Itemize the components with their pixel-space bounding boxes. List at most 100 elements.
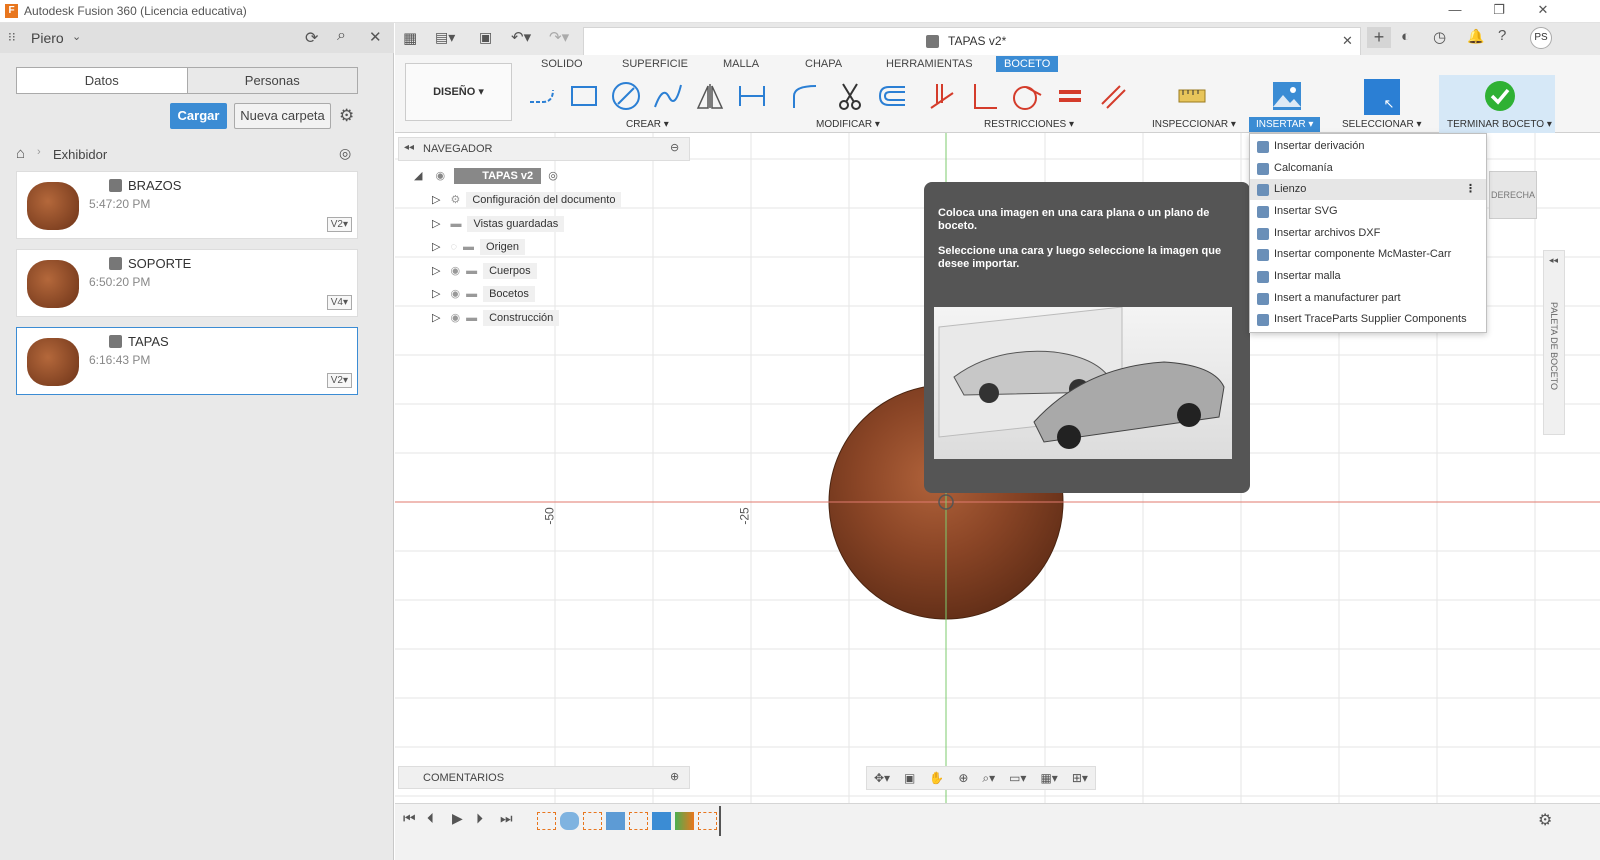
eye-icon[interactable]: ◉ xyxy=(450,265,460,277)
eye-hidden-icon[interactable]: ◌ xyxy=(450,241,457,253)
menu-item-mcmaster[interactable]: Insertar componente McMaster-Carr xyxy=(1250,244,1486,265)
tree-item[interactable]: ▷ ◉ ▬ Cuerpos xyxy=(432,263,537,279)
version-badge[interactable]: V2▾ xyxy=(326,217,352,232)
menu-item-insert-mesh[interactable]: Insertar malla xyxy=(1250,266,1486,287)
expand-icon[interactable]: ▷ xyxy=(432,194,440,206)
fit-icon[interactable]: ⌕▾ xyxy=(982,771,995,786)
user-name[interactable]: Piero xyxy=(31,30,64,46)
menu-item-insert-svg[interactable]: Insertar SVG xyxy=(1250,201,1486,222)
grid-settings-icon[interactable]: ▦▾ xyxy=(1040,771,1057,785)
job-status-icon[interactable]: ◷ xyxy=(1433,28,1446,46)
parallel-icon[interactable] xyxy=(1096,79,1130,113)
close-icon[interactable]: ✕ xyxy=(1528,2,1558,18)
step-forward-icon[interactable]: ⏵ xyxy=(476,810,483,827)
equal-icon[interactable] xyxy=(1053,79,1087,113)
menu-item-decal[interactable]: Calcomanía xyxy=(1250,158,1486,179)
menu-item-insert-dxf[interactable]: Insertar archivos DXF xyxy=(1250,223,1486,244)
coincident-icon[interactable] xyxy=(925,79,959,113)
crear-menu[interactable]: CREAR ▾ xyxy=(626,119,669,130)
extensions-icon[interactable]: ◐ xyxy=(1401,28,1410,45)
menu-item-canvas[interactable]: Lienzo ⋮ xyxy=(1250,179,1486,200)
avatar[interactable]: PS xyxy=(1530,27,1552,49)
inspeccionar-menu[interactable]: INSPECCIONAR ▾ xyxy=(1152,119,1236,130)
close-panel-icon[interactable]: ✕ xyxy=(369,28,382,46)
body-feature-icon[interactable] xyxy=(652,812,671,830)
expand-icon[interactable]: ◢ xyxy=(414,170,422,182)
chevron-down-icon[interactable]: ⌄ xyxy=(72,30,81,43)
tab-superficie[interactable]: SUPERFICIE xyxy=(622,58,688,70)
new-tab-icon[interactable]: + xyxy=(1367,27,1391,48)
add-comment-icon[interactable]: ⊕ xyxy=(670,770,679,783)
minimize-icon[interactable]: — xyxy=(1440,2,1470,17)
minimize-panel-icon[interactable]: ⊖ xyxy=(670,141,679,154)
body-feature-icon[interactable] xyxy=(606,812,625,830)
more-options-icon[interactable]: ⋮ xyxy=(1465,179,1476,200)
sketch-feature-icon[interactable] xyxy=(698,812,717,830)
orbit-icon[interactable]: ✥▾ xyxy=(874,771,890,785)
insert-image-icon[interactable] xyxy=(1270,79,1304,113)
tree-item[interactable]: ▷ ▬ Vistas guardadas xyxy=(432,216,565,232)
modificar-menu[interactable]: MODIFICAR ▾ xyxy=(816,119,880,130)
timeline-marker[interactable] xyxy=(719,806,721,836)
file-card[interactable]: BRAZOS 5:47:20 PM V2▾ xyxy=(16,171,358,239)
go-to-start-icon[interactable]: ⏮ xyxy=(403,810,416,827)
appearance-feature-icon[interactable] xyxy=(675,812,694,830)
new-folder-button[interactable]: Nueva carpeta xyxy=(234,103,331,129)
tab-chapa[interactable]: CHAPA xyxy=(805,58,842,70)
go-to-end-icon[interactable]: ⏭ xyxy=(500,810,513,827)
undo-icon[interactable]: ↶▾ xyxy=(511,28,531,46)
tree-item[interactable]: ▷ ◉ ▬ Construcción xyxy=(432,310,560,326)
viewcube[interactable]: DERECHA xyxy=(1489,171,1537,219)
notifications-icon[interactable]: 🔔 xyxy=(1467,28,1484,45)
team-icon[interactable]: ⁝⁝ xyxy=(8,30,16,44)
sketch-feature-icon[interactable] xyxy=(583,812,602,830)
redo-icon[interactable]: ↷▾ xyxy=(549,28,569,46)
eye-icon[interactable]: ◉ xyxy=(450,312,460,324)
sketch-palette-tab[interactable]: ◂◂ PALETA DE BOCETO xyxy=(1543,250,1565,435)
breadcrumb[interactable]: Exhibidor xyxy=(53,147,107,162)
save-icon[interactable]: ▣ xyxy=(479,29,492,46)
display-settings-icon[interactable]: ▭▾ xyxy=(1009,771,1026,785)
restricciones-menu[interactable]: RESTRICCIONES ▾ xyxy=(984,119,1074,130)
circle-icon[interactable] xyxy=(609,79,643,113)
expand-icon[interactable]: ▷ xyxy=(432,218,440,230)
menu-item-insert-derive[interactable]: Insertar derivación xyxy=(1250,136,1486,157)
expand-icon[interactable]: ▷ xyxy=(432,241,440,253)
collapse-icon[interactable]: ◂◂ xyxy=(404,142,414,153)
eye-icon[interactable]: ◉ xyxy=(450,288,460,300)
tree-item[interactable]: ▷ ⚙ Configuración del documento xyxy=(432,192,622,208)
search-icon[interactable]: ⌕ xyxy=(337,27,346,45)
step-back-icon[interactable]: ⏴ xyxy=(427,810,434,827)
viewports-icon[interactable]: ⊞▾ xyxy=(1072,771,1088,785)
tree-root[interactable]: ◢ ◉ TAPAS v2 ◎ xyxy=(414,168,558,184)
tangent-icon[interactable] xyxy=(1010,79,1044,113)
file-icon[interactable]: ▤▾ xyxy=(435,29,455,46)
version-badge[interactable]: V2▾ xyxy=(326,373,352,388)
restore-icon[interactable]: ❐ xyxy=(1484,2,1514,18)
play-icon[interactable]: ▶ xyxy=(452,810,463,827)
tree-item[interactable]: ▷ ◉ ▬ Bocetos xyxy=(432,286,535,302)
trim-icon[interactable] xyxy=(833,79,867,113)
gear-icon[interactable]: ⚙ xyxy=(339,106,354,126)
radio-icon[interactable]: ◎ xyxy=(548,170,558,182)
insertar-menu[interactable]: INSERTAR ▾ xyxy=(1249,117,1321,132)
line-icon[interactable] xyxy=(525,79,559,113)
checkmark-icon[interactable] xyxy=(1483,79,1517,113)
file-card[interactable]: TAPAS 6:16:43 PM V2▾ xyxy=(16,327,358,395)
tab-malla[interactable]: MALLA xyxy=(723,58,759,70)
tab-herramientas[interactable]: HERRAMIENTAS xyxy=(886,58,973,70)
workspace-selector[interactable]: DISEÑO ▾ xyxy=(405,63,512,121)
expand-icon[interactable]: ▷ xyxy=(432,288,440,300)
grid-menu-icon[interactable]: ▦ xyxy=(403,29,417,47)
home-icon[interactable]: ⌂ xyxy=(16,145,25,162)
measure-icon[interactable] xyxy=(1175,79,1209,113)
mirror-icon[interactable] xyxy=(693,79,727,113)
timeline-settings-icon[interactable]: ⚙ xyxy=(1538,810,1552,830)
expand-palette-icon[interactable]: ◂◂ xyxy=(1549,255,1558,266)
upload-button[interactable]: Cargar xyxy=(170,103,227,129)
eye-icon[interactable]: ◉ xyxy=(436,170,446,182)
look-at-icon[interactable]: ▣ xyxy=(904,771,915,785)
tab-personas[interactable]: Personas xyxy=(186,68,357,93)
globe-icon[interactable]: ◎ xyxy=(339,145,351,162)
refresh-icon[interactable]: ⟳ xyxy=(305,28,318,48)
